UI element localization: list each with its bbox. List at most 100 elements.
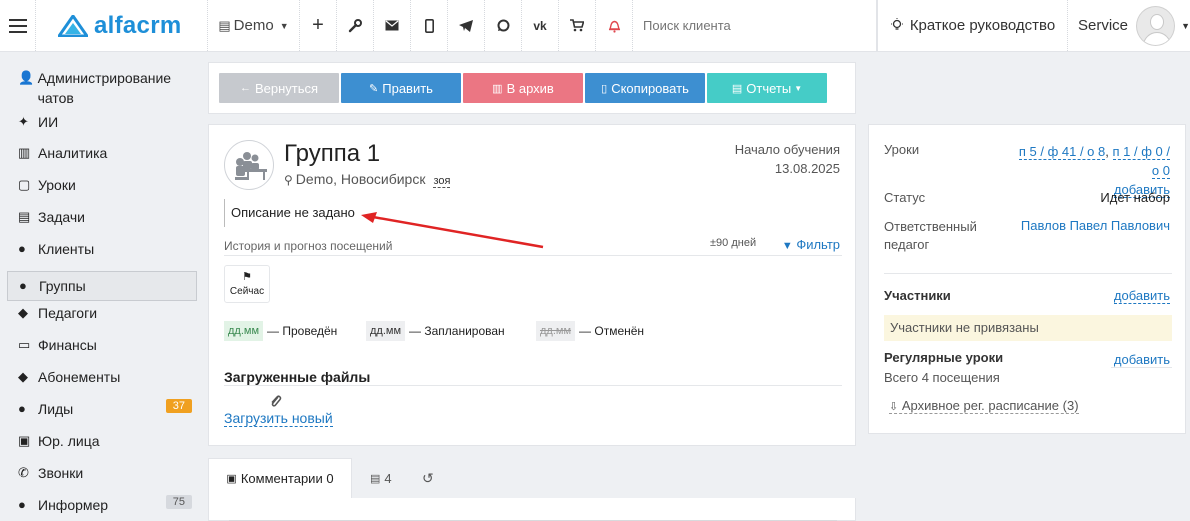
sidebar-item-label: Педагоги [38,305,98,321]
sidebar-item-label: Звонки [38,465,84,481]
sidebar-item-tasks[interactable]: ▤ Задачи [0,207,204,239]
top-bar: alfacrm ▤ Demo ▼ + vk Краткое руководств… [0,0,1190,52]
search-box[interactable] [633,0,877,51]
branch-selector[interactable]: ▤ Demo ▼ [208,0,300,51]
comments-icon: ▣ [226,473,237,485]
download-icon: ⇩ [889,401,899,413]
clipboard-icon: ▤ [370,472,381,485]
telegram-button[interactable] [448,0,485,51]
flag-icon: ⚑ [242,271,252,283]
sidebar-item-label: Клиенты [38,241,95,257]
phone-button[interactable] [411,0,448,51]
action-toolbar: ← Вернуться ✎ Править ▥ В архив ▯ Скопироват… [208,62,856,114]
legend-planned: дд.мм — Запланирован [366,321,505,341]
comments-panel [208,498,856,521]
sidebar-item-lessons[interactable]: ▢ Уроки [0,175,204,207]
sidebar-item-label: Информер [38,497,109,513]
group-avatar-icon [224,140,274,190]
sidebar-item-clients[interactable]: ● Клиенты [0,239,204,271]
group-location: ⚲ Demo, Новосибирск зоя [284,171,451,188]
archive-button-label: В архив [506,80,554,96]
lightbulb-icon [890,18,903,30]
vk-button[interactable]: vk [522,0,559,51]
teacher-label: Ответственный педагог [884,218,977,254]
whatsapp-button[interactable] [485,0,522,51]
participants-title: Участники [884,288,951,303]
legend-cancelled: дд.мм — Отменён [536,321,644,341]
chevron-down-icon: ▼ [1181,20,1190,31]
sidebar-item-legal-entities[interactable]: ▣ Юр. лица [0,431,204,463]
now-marker: ⚑ Сейчас [224,265,270,303]
notifications-button[interactable] [596,0,633,51]
sidebar-item-leads[interactable]: ● Лиды 37 [0,399,204,431]
divider [1111,367,1172,368]
lessons-stats-1[interactable]: п 5 / ф 41 / о 8 [1018,144,1106,160]
add-button[interactable]: + [300,0,337,51]
client-search-input[interactable] [643,18,863,33]
wrench-icon [348,18,362,32]
mail-button[interactable] [374,0,411,51]
arrow-left-icon: ← [239,82,251,94]
branch-label: Demo [233,17,274,34]
now-label: Сейчас [229,286,265,297]
sidebar-item-label: Аналитика [38,145,108,161]
sidebar-item-subscriptions[interactable]: ◆ Абонементы [0,367,204,399]
reports-button[interactable]: ▤ Отчеты ▼ [707,73,827,103]
leads-count-badge: 37 [165,399,192,413]
clipboard-icon: ▤ [18,209,31,224]
back-button[interactable]: ← Вернуться [219,73,339,103]
tab-tasks[interactable]: ▤ 4 [370,458,392,498]
quick-guide-button[interactable]: Краткое руководство [878,0,1068,51]
sidebar-item-informer[interactable]: ● Информер 75 [0,495,204,521]
tab-comments[interactable]: ▣ Комментарии 0 [208,458,352,498]
calendar-icon: ▢ [18,177,31,192]
logo[interactable]: alfacrm [36,0,208,51]
sidebar-item-groups[interactable]: ● Группы [7,271,197,301]
archive-schedule-link[interactable]: ⇩ Архивное рег. расписание (3) [889,398,1079,414]
user-menu[interactable]: Service ▼ [1068,0,1190,51]
regular-lessons-title: Регулярные уроки [884,350,1004,365]
sidebar-item-label: Администрирование чатов [37,70,172,106]
cart-button[interactable] [559,0,596,51]
mail-icon [385,20,399,31]
start-date: 13.08.2025 [774,161,840,176]
tab-tasks-count: 4 [384,470,392,486]
status-value: Идет набор [1100,190,1170,205]
sidebar-item-chat-admin[interactable]: 👤 Администрирование чатов [0,68,204,112]
add-regular-lesson-link[interactable]: добавить [1113,352,1170,368]
filter-button[interactable]: ▼ Фильтр [782,237,840,252]
archive-button[interactable]: ▥ В архив [463,73,583,103]
user-name: Service [1078,17,1129,34]
files-title: Загруженные файлы [224,369,371,385]
sidebar-item-ai[interactable]: ✦ ИИ [0,112,204,143]
money-icon: ▭ [18,337,31,352]
teacher-label-line1: Ответственный [884,219,977,234]
upload-new-link[interactable]: Загрузить новый [224,410,333,427]
teacher-link[interactable]: Павлов Павел Павлович [1021,218,1170,233]
plus-icon: + [312,14,324,36]
lessons-stats-2b[interactable]: о 0 [1151,163,1170,179]
location-text: Demo, Новосибирск [295,171,426,187]
sidebar-item-analytics[interactable]: ▥ Аналитика [0,143,204,175]
group-tag[interactable]: зоя [433,175,451,188]
legend-chip-planned: дд.мм [366,321,406,341]
regular-lessons-count: Всего 4 посещения [884,370,1000,385]
hamburger-icon [8,18,27,33]
tab-history[interactable]: ↺ [422,458,434,498]
add-participant-link[interactable]: добавить [1113,288,1170,304]
menu-toggle-button[interactable] [0,0,36,51]
settings-button[interactable] [337,0,374,51]
map-pin-icon: ⚲ [284,173,293,187]
sidebar-item-label: Лиды [38,401,74,417]
trash-icon: ▥ [492,82,503,95]
edit-button[interactable]: ✎ Править [341,73,461,103]
branch-icon: ▤ [218,17,231,33]
history-range[interactable]: ±90 дней [710,237,756,249]
sidebar-item-finance[interactable]: ▭ Финансы [0,335,204,367]
sidebar-item-calls[interactable]: ✆ Звонки [0,463,204,495]
lessons-stats-2[interactable]: п 1 / ф 0 / [1112,144,1170,160]
chevron-down-icon: ▼ [794,83,803,93]
archive-schedule-label: Архивное рег. расписание (3) [901,398,1079,413]
copy-button[interactable]: ▯ Скопировать [585,73,705,103]
sidebar-item-teachers[interactable]: ◆ Педагоги [0,303,204,335]
